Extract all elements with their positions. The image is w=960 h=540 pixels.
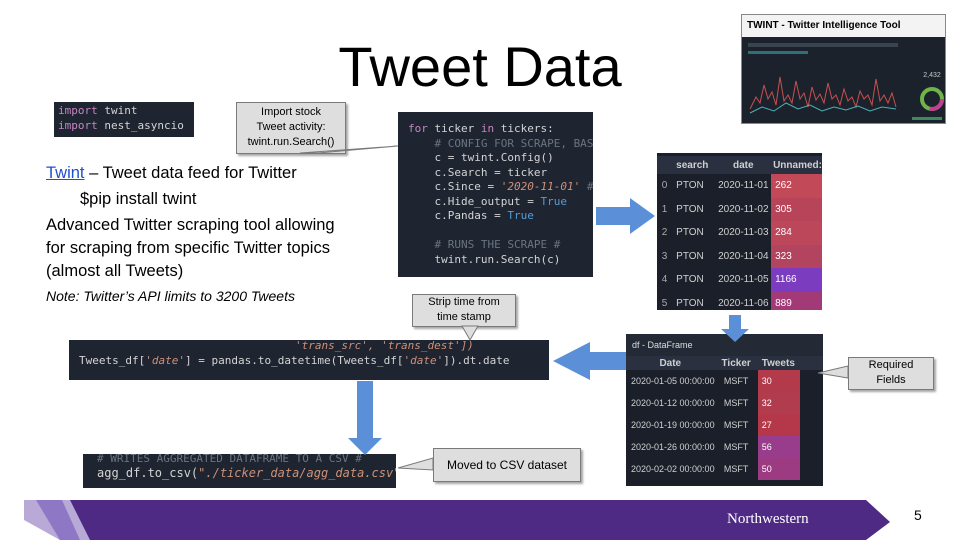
callout-pointer <box>397 457 434 471</box>
callout-pointer <box>817 365 849 379</box>
arrow-right-icon <box>596 198 655 234</box>
arrow-down-icon <box>721 315 749 342</box>
callout-pointer <box>461 325 479 342</box>
northwestern-logo: Northwestern <box>727 511 809 527</box>
callout-pointer <box>299 145 399 154</box>
arrow-down-icon <box>348 381 382 455</box>
arrow-left-icon <box>553 342 626 380</box>
arrows-layer <box>24 145 890 540</box>
page-number: 5 <box>914 507 922 523</box>
